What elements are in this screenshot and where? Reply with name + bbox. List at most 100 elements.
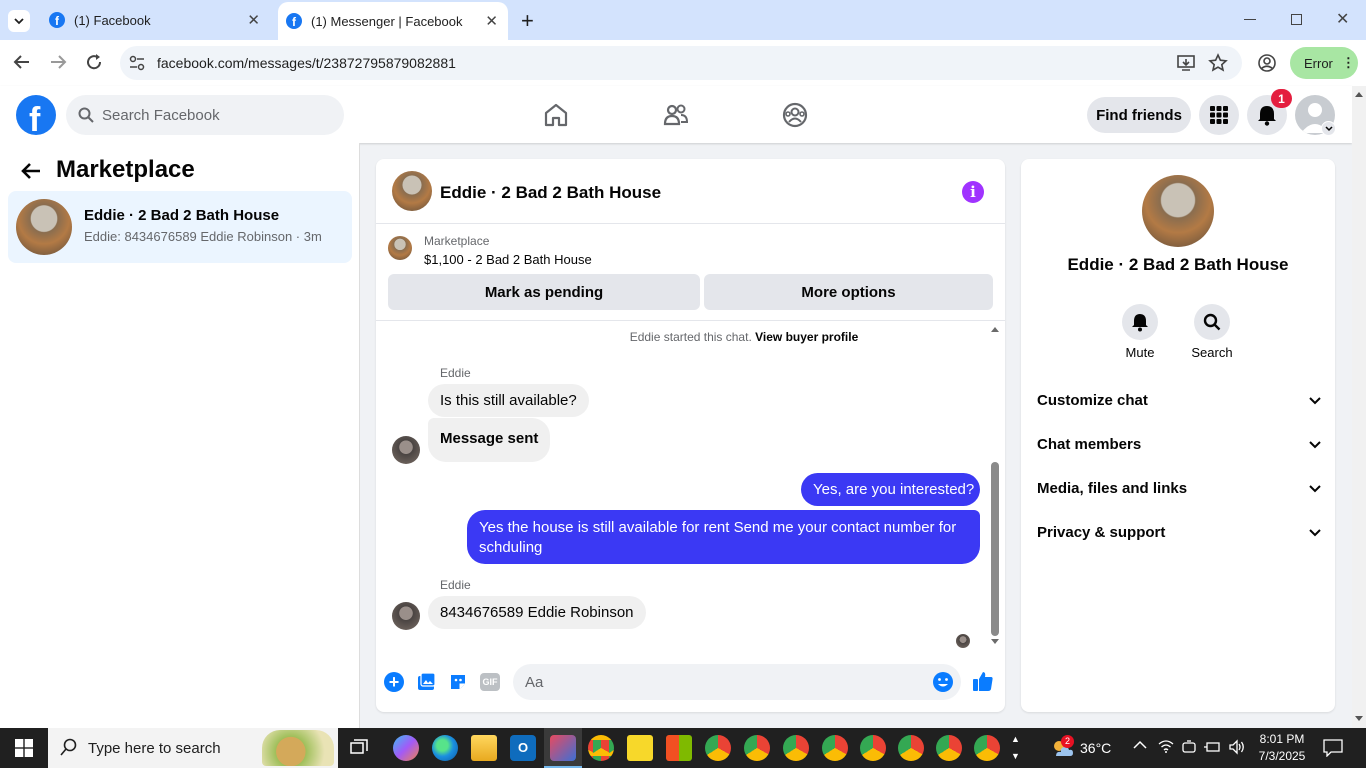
emoji-icon[interactable] — [932, 671, 954, 693]
friends-nav-icon[interactable] — [662, 101, 690, 129]
chevron-down-icon — [1309, 528, 1321, 536]
facebook-favicon: f — [286, 13, 302, 29]
taskbar-clock[interactable]: 8:01 PM 7/3/2025 — [1250, 731, 1314, 765]
tab-title: (1) Messenger | Facebook — [311, 13, 463, 29]
battery-icon[interactable] — [1203, 740, 1221, 754]
volume-icon[interactable] — [1228, 739, 1246, 755]
page-scroll-down-icon[interactable] — [1354, 715, 1364, 722]
file-explorer-icon[interactable] — [471, 735, 497, 761]
listing-thumbnail[interactable] — [388, 236, 412, 260]
chrome-icon[interactable] — [783, 735, 809, 761]
clock-time: 8:01 PM — [1259, 732, 1305, 746]
edge-icon[interactable] — [432, 735, 458, 761]
outlook-icon[interactable]: O — [510, 735, 536, 761]
install-app-icon[interactable] — [1176, 53, 1196, 73]
profile-icon[interactable] — [1257, 53, 1277, 73]
media-files-links-section[interactable]: Media, files and links — [1037, 480, 1321, 497]
divider — [376, 223, 1005, 224]
listing-price-title[interactable]: $1,100 - 2 Bad 2 Bath House — [424, 252, 592, 267]
chat-scrollbar-thumb[interactable] — [991, 462, 999, 636]
sticky-notes-icon[interactable] — [627, 735, 653, 761]
page-scrollbar[interactable] — [1352, 86, 1366, 728]
tab-messenger[interactable]: f (1) Messenger | Facebook ✕ — [278, 2, 508, 40]
chat-scroll-up-icon[interactable] — [990, 325, 1000, 333]
weather-temperature[interactable]: 36°C — [1080, 740, 1111, 756]
privacy-support-section[interactable]: Privacy & support — [1037, 524, 1321, 541]
customize-chat-section[interactable]: Customize chat — [1037, 392, 1321, 409]
chrome-icon[interactable] — [705, 735, 731, 761]
facebook-favicon: f — [49, 12, 65, 28]
reload-icon[interactable] — [84, 52, 104, 72]
snipping-tool-icon[interactable] — [550, 735, 576, 761]
account-chevron-icon[interactable] — [1321, 121, 1336, 136]
notification-center-icon[interactable] — [1323, 739, 1343, 757]
chrome-profile-icon[interactable] — [588, 735, 614, 761]
close-tab-icon[interactable]: ✕ — [485, 12, 498, 30]
mute-label: Mute — [1125, 345, 1155, 360]
back-arrow-icon[interactable] — [20, 160, 42, 182]
site-info-icon[interactable] — [128, 54, 146, 72]
grid-icon — [1210, 106, 1228, 124]
sender-avatar — [392, 436, 420, 464]
view-buyer-profile-link[interactable]: View buyer profile — [755, 330, 858, 344]
chat-members-section[interactable]: Chat members — [1037, 436, 1321, 453]
tab-search-icon[interactable] — [8, 10, 30, 32]
incoming-message[interactable]: Is this still available? — [428, 384, 589, 417]
new-tab-icon[interactable]: + — [521, 8, 534, 34]
search-icon — [1203, 313, 1221, 331]
chrome-icon[interactable] — [860, 735, 886, 761]
chat-header-avatar[interactable] — [392, 171, 432, 211]
bookmark-star-icon[interactable] — [1208, 53, 1228, 73]
listing-label: Marketplace — [424, 234, 490, 248]
back-icon[interactable] — [12, 52, 32, 72]
microsoft-store-icon[interactable] — [666, 735, 692, 761]
chrome-icon[interactable] — [898, 735, 924, 761]
close-tab-icon[interactable]: ✕ — [247, 11, 260, 29]
chrome-icon[interactable] — [974, 735, 1000, 761]
facebook-logo[interactable]: f — [16, 95, 56, 135]
contact-profile-avatar[interactable] — [1142, 175, 1214, 247]
mute-button[interactable] — [1122, 304, 1158, 340]
search-in-chat-button[interactable] — [1194, 304, 1230, 340]
chat-title[interactable]: Eddie · 2 Bad 2 Bath House — [440, 183, 661, 203]
mark-as-pending-button[interactable]: Mark as pending — [388, 274, 700, 310]
home-nav-icon[interactable] — [542, 101, 570, 129]
chrome-icon[interactable] — [936, 735, 962, 761]
outgoing-message[interactable]: Yes the house is still available for ren… — [467, 510, 980, 564]
find-friends-button[interactable]: Find friends — [1087, 97, 1191, 133]
tab-facebook[interactable]: f (1) Facebook ✕ — [40, 0, 270, 40]
forward-icon[interactable] — [48, 52, 68, 72]
facebook-search-input[interactable]: Search Facebook — [66, 95, 344, 135]
search-icon — [78, 107, 94, 123]
incoming-message[interactable]: Message sent — [428, 418, 551, 462]
profile-error-button[interactable]: Error ⋮ — [1290, 47, 1358, 79]
chrome-icon[interactable] — [822, 735, 848, 761]
gif-icon[interactable]: GIF — [480, 673, 500, 691]
more-options-button[interactable]: More options — [704, 274, 993, 310]
close-window-icon[interactable]: ✕ — [1336, 9, 1349, 29]
menu-grid-button[interactable] — [1199, 95, 1239, 135]
outgoing-message[interactable]: Yes, are you interested? — [801, 473, 980, 506]
minimize-icon[interactable] — [1244, 19, 1256, 20]
show-hidden-icons-icon[interactable] — [1133, 740, 1147, 750]
sticker-icon[interactable] — [448, 672, 468, 692]
message-input[interactable]: Aa — [513, 664, 961, 700]
restore-icon[interactable] — [1291, 14, 1302, 25]
chat-scroll-down-icon[interactable] — [990, 638, 1000, 646]
windows-start-icon[interactable] — [15, 739, 33, 757]
more-actions-plus-icon[interactable]: + — [384, 672, 404, 692]
taskbar-scroll-icon[interactable]: ▲ ▼ — [1011, 731, 1020, 765]
info-icon[interactable]: i — [962, 181, 984, 203]
meet-now-icon[interactable] — [1182, 740, 1196, 754]
groups-nav-icon[interactable] — [781, 101, 809, 129]
task-view-icon[interactable] — [349, 738, 369, 758]
like-thumb-icon[interactable] — [972, 670, 994, 692]
network-icon[interactable] — [1158, 739, 1174, 753]
chrome-icon[interactable] — [744, 735, 770, 761]
search-label: Search — [1191, 345, 1233, 360]
page-scroll-up-icon[interactable] — [1354, 91, 1364, 98]
taskbar-search-icon — [60, 738, 78, 756]
photo-attach-icon[interactable] — [416, 672, 436, 692]
copilot-icon[interactable] — [393, 735, 419, 761]
incoming-message[interactable]: 8434676589 Eddie Robinson — [428, 596, 646, 629]
